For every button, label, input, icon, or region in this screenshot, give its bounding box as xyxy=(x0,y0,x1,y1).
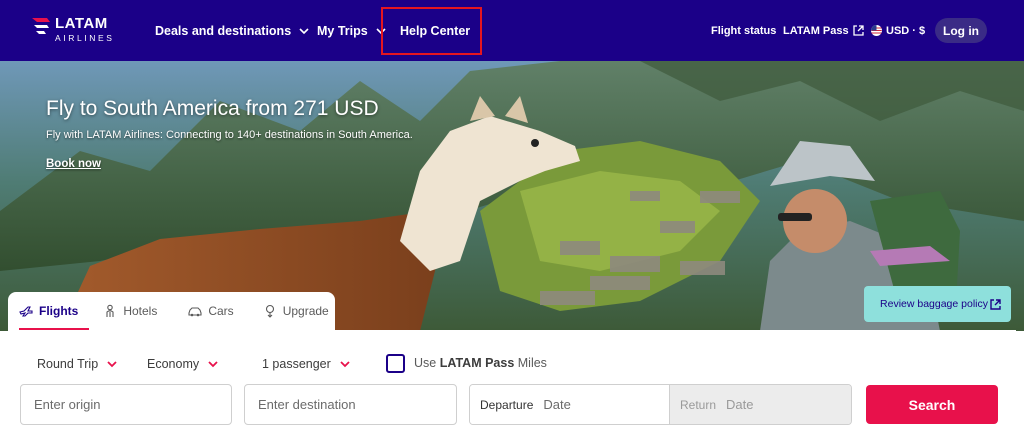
nav-my-trips[interactable]: My Trips xyxy=(317,0,387,61)
tab-cars[interactable]: Cars xyxy=(188,292,234,330)
upgrade-icon xyxy=(265,304,274,318)
departure-label: Departure xyxy=(480,397,534,412)
currency-selector[interactable]: USD · $ xyxy=(871,0,925,61)
review-baggage-policy-button[interactable]: Review baggage policy xyxy=(864,286,1011,322)
trip-type-dropdown[interactable]: Round Trip xyxy=(37,355,118,373)
hero-subtitle: Fly with LATAM Airlines: Connecting to 1… xyxy=(46,129,413,141)
miles-brand: LATAM Pass xyxy=(439,356,515,370)
departure-date-field[interactable]: Departure Date xyxy=(470,385,670,424)
top-header: LATAM AIRLINES Deals and destinations My… xyxy=(0,0,1024,61)
departure-value: Date xyxy=(543,397,571,412)
miles-suffix: Miles xyxy=(517,356,547,370)
latam-logo[interactable]: LATAM AIRLINES xyxy=(31,16,115,43)
passengers-dropdown[interactable]: 1 passenger xyxy=(262,355,351,373)
tab-upgrade-label: Upgrade xyxy=(282,304,329,318)
tab-hotels-label: Hotels xyxy=(123,304,158,318)
cabin-class-dropdown[interactable]: Economy xyxy=(147,355,219,373)
passengers-value: 1 passenger xyxy=(262,357,331,371)
tab-flights-label: Flights xyxy=(39,304,79,318)
destination-field[interactable] xyxy=(244,384,457,425)
search-tabs: Flights Hotels Cars Upgrade xyxy=(8,292,335,330)
return-value: Date xyxy=(726,397,754,412)
use-miles-label: Use LATAM Pass Miles xyxy=(414,356,547,370)
chevron-down-icon xyxy=(340,361,350,368)
plane-icon xyxy=(19,306,33,317)
search-button[interactable]: Search xyxy=(866,385,998,424)
latam-pass-link[interactable]: LATAM Pass xyxy=(783,0,864,61)
flight-status-label: Flight status xyxy=(711,24,777,37)
origin-input[interactable] xyxy=(34,397,231,412)
date-range-picker: Departure Date Return Date xyxy=(469,384,852,425)
latam-logo-icon xyxy=(32,18,50,34)
login-button[interactable]: Log in xyxy=(935,18,987,43)
tab-cars-label: Cars xyxy=(208,304,234,318)
tab-flights[interactable]: Flights xyxy=(19,292,90,330)
trip-type-value: Round Trip xyxy=(37,357,99,371)
chevron-down-icon xyxy=(208,361,218,368)
highlight-box xyxy=(381,7,482,55)
return-date-field[interactable]: Return Date xyxy=(670,385,851,424)
nav-trips-label: My Trips xyxy=(317,23,368,38)
nav-deals-label: Deals and destinations xyxy=(155,23,292,38)
tab-upgrade[interactable]: Upgrade xyxy=(263,292,329,330)
destination-input[interactable] xyxy=(258,397,456,412)
nav-deals-and-destinations[interactable]: Deals and destinations xyxy=(155,0,310,61)
baggage-label: Review baggage policy xyxy=(880,298,988,310)
miles-prefix: Use xyxy=(414,356,437,370)
external-link-icon xyxy=(852,25,864,36)
car-icon xyxy=(188,307,202,317)
origin-field[interactable] xyxy=(20,384,232,425)
tab-hotels[interactable]: Hotels xyxy=(103,292,157,330)
chevron-down-icon xyxy=(299,27,309,34)
return-label: Return xyxy=(680,397,717,412)
latam-pass-label: LATAM Pass xyxy=(783,24,849,37)
cabin-value: Economy xyxy=(147,357,200,371)
brand-name: LATAM xyxy=(55,15,108,32)
hero-title: Fly to South America from 271 USD xyxy=(46,97,379,120)
person-icon xyxy=(106,304,114,317)
currency-label: USD · $ xyxy=(886,24,926,37)
book-now-link[interactable]: Book now xyxy=(46,158,101,170)
us-flag-icon xyxy=(871,25,882,36)
flight-status-link[interactable]: Flight status xyxy=(711,0,776,61)
brand-sub: AIRLINES xyxy=(55,33,115,43)
chevron-down-icon xyxy=(107,361,117,368)
external-link-icon xyxy=(990,298,1001,310)
use-miles-checkbox[interactable] xyxy=(386,354,405,373)
